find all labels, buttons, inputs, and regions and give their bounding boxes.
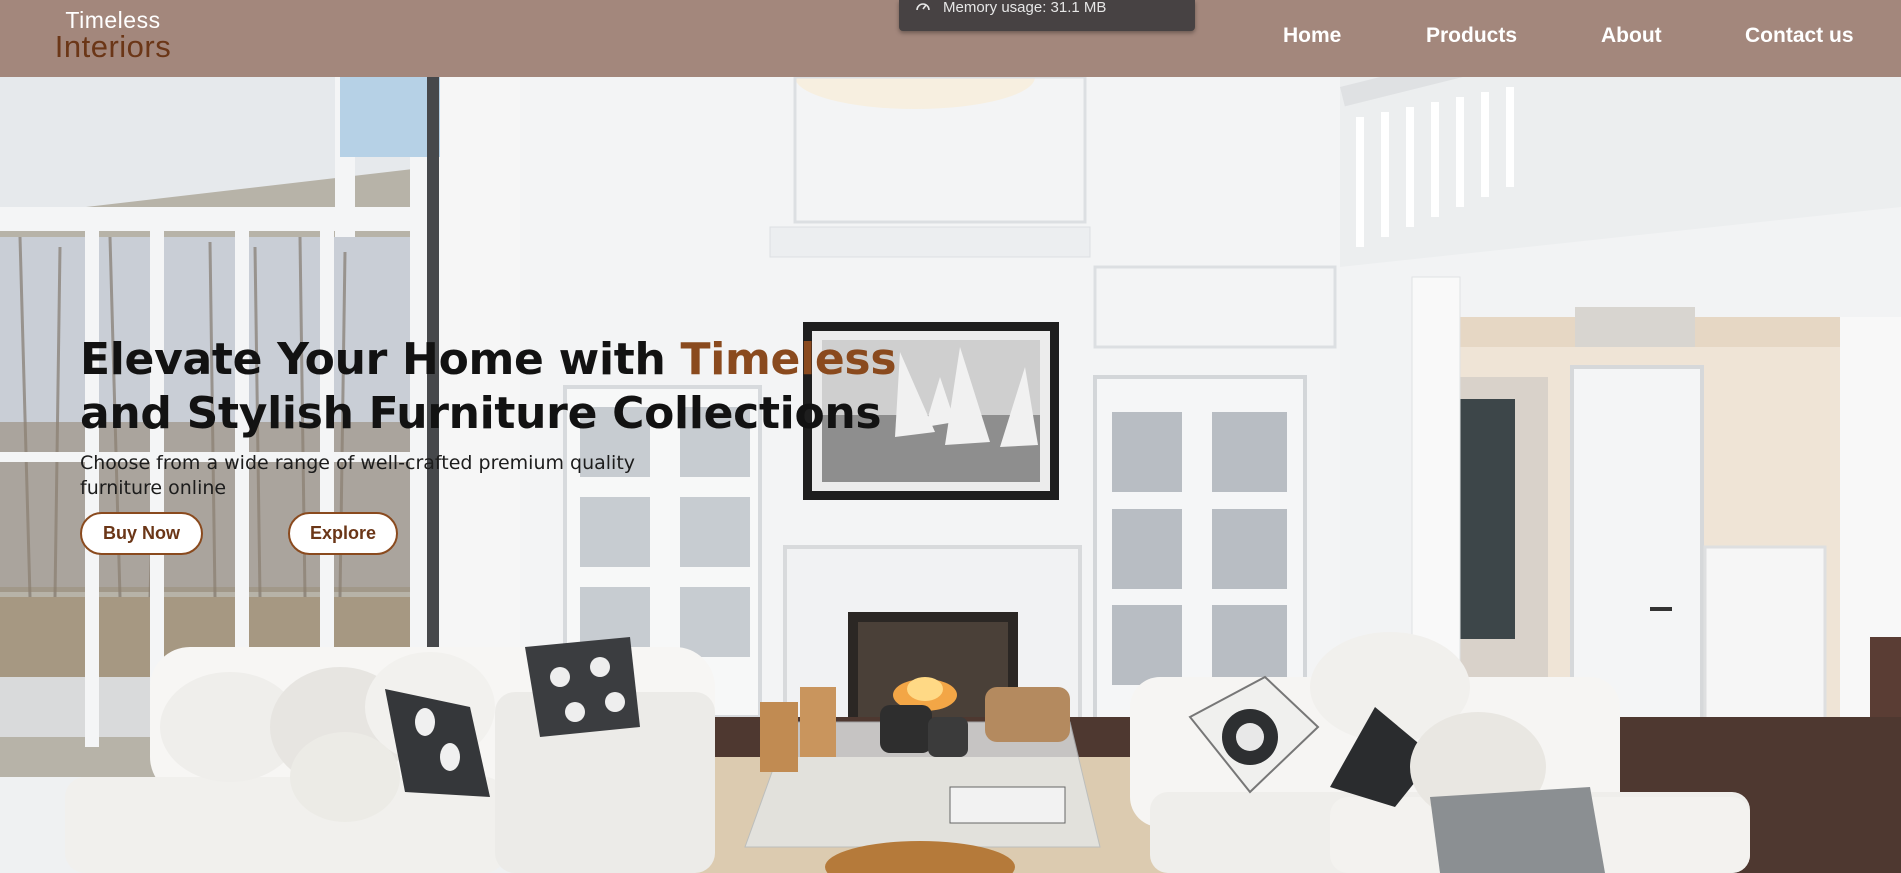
brand-logo[interactable]: Timeless Interiors (38, 8, 188, 62)
headline-part1: Elevate Your Home with (80, 334, 681, 385)
memory-usage-toast: Memory usage: 31.1 MB (899, 0, 1195, 31)
brand-line2: Interiors (54, 29, 172, 64)
nav-products[interactable]: Products (1426, 24, 1517, 48)
buy-now-button[interactable]: Buy Now (80, 512, 203, 555)
nav-about[interactable]: About (1601, 24, 1662, 48)
headline-part2: and Stylish Furniture Collections (80, 388, 882, 439)
headline-accent: Timeless (680, 334, 897, 385)
hero-subtitle: Choose from a wide range of well-crafted… (80, 452, 636, 499)
explore-button[interactable]: Explore (288, 512, 398, 555)
memory-usage-text: Memory usage: 31.1 MB (943, 0, 1107, 16)
gauge-icon (916, 3, 930, 11)
hero-section: Elevate Your Home with Timeless and Styl… (0, 77, 1901, 873)
nav-home[interactable]: Home (1283, 24, 1341, 48)
hero-text-block: Elevate Your Home with Timeless and Styl… (80, 333, 897, 555)
hero-headline: Elevate Your Home with Timeless and Styl… (80, 333, 897, 441)
nav-contact[interactable]: Contact us (1745, 24, 1854, 48)
